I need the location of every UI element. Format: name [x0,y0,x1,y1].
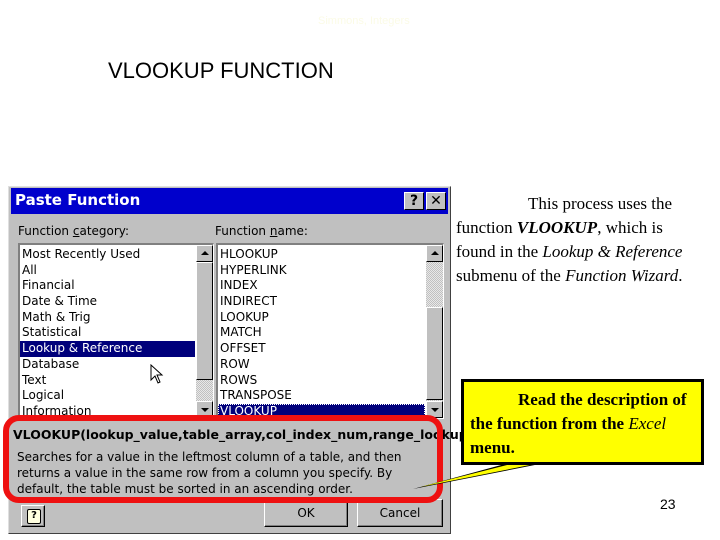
dialog-titlebar: Paste Function ? ✕ [11,188,448,214]
category-item[interactable]: Math & Trig [20,310,195,326]
category-item[interactable]: Database [20,357,195,373]
arrow-down-icon [431,408,439,412]
function-item[interactable]: LOOKUP [218,310,425,326]
cancel-button[interactable]: Cancel [357,499,443,527]
page-number: 23 [660,496,676,512]
function-item[interactable]: MATCH [218,325,425,341]
help-title-button[interactable]: ? [404,192,424,210]
category-item[interactable]: Statistical [20,325,195,341]
category-scrollbar[interactable] [196,245,213,418]
category-item[interactable]: Most Recently Used [20,247,195,263]
arrow-up-icon [201,251,209,255]
function-item[interactable]: ROW [218,357,425,373]
category-label: Function category: [18,224,130,238]
function-name-label: Function name: [215,224,308,238]
callout-box: Read the description of the function fro… [461,379,704,465]
category-item[interactable]: Lookup & Reference [20,341,195,357]
function-item[interactable]: TRANSPOSE [218,388,425,404]
scroll-thumb[interactable] [426,307,443,400]
scroll-up-button[interactable] [426,245,443,262]
slide-header-ghost: Simmons, Integers [318,15,410,27]
function-item[interactable]: OFFSET [218,341,425,357]
category-item[interactable]: Financial [20,278,195,294]
function-item[interactable]: HLOOKUP [218,247,425,263]
function-item[interactable]: INDEX [218,278,425,294]
function-item[interactable]: ROWS [218,373,425,389]
scroll-thumb[interactable] [196,262,213,380]
category-item[interactable]: Date & Time [20,294,195,310]
mouse-pointer-icon [150,364,164,384]
info-text: This process uses the function VLOOKUP, … [456,194,683,285]
category-item[interactable]: All [20,263,195,279]
arrow-up-icon [431,251,439,255]
slide-title: VLOOKUP FUNCTION [108,58,334,83]
category-listbox[interactable]: Most Recently Used All Financial Date & Tim… [18,243,214,419]
function-scrollbar[interactable] [426,245,443,418]
dialog-title: Paste Function [15,191,141,209]
category-item[interactable]: Logical [20,388,195,404]
arrow-down-icon [201,408,209,412]
ok-button[interactable]: OK [264,499,348,527]
description-highlight-ring [3,415,443,503]
function-item[interactable]: HYPERLINK [218,263,425,279]
help-balloon-icon: ? [27,509,41,524]
close-button[interactable]: ✕ [426,192,446,210]
function-listbox[interactable]: HLOOKUP HYPERLINK INDEX INDIRECT LOOKUP MATCH… [216,243,444,419]
function-item[interactable]: INDIRECT [218,294,425,310]
category-item[interactable]: Text [20,373,195,389]
scroll-up-button[interactable] [196,245,213,262]
help-button[interactable]: ? [21,505,45,527]
